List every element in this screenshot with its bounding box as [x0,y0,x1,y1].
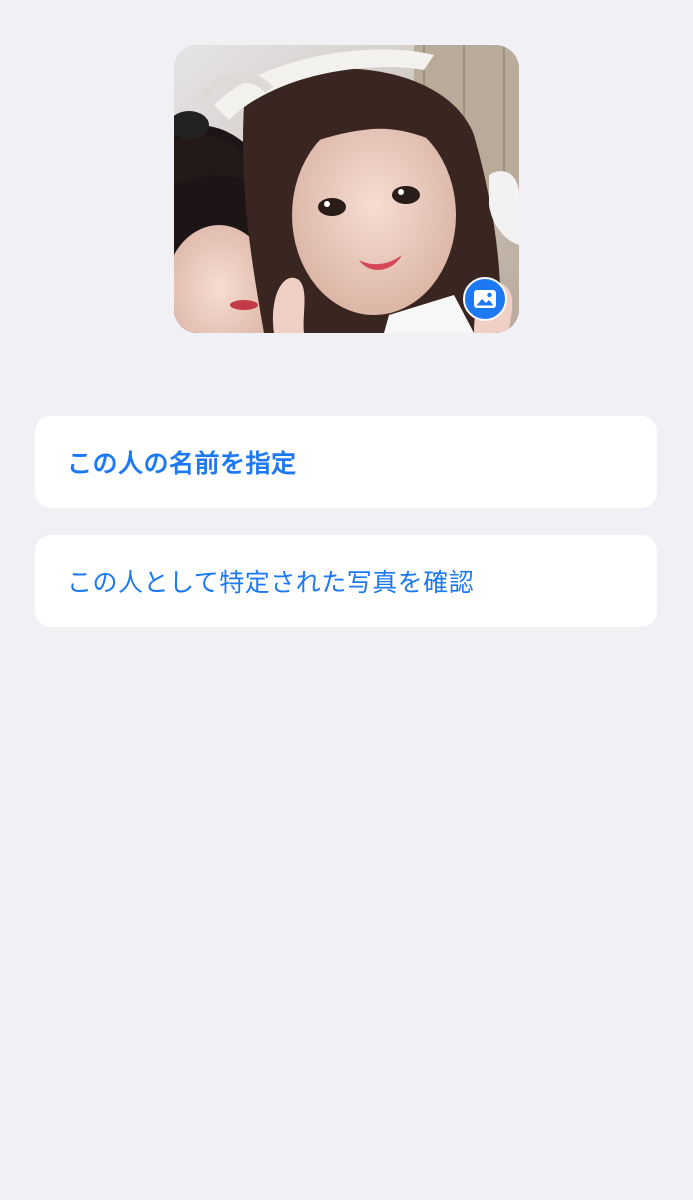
review-photos-label: この人として特定された写真を確認 [67,568,475,597]
set-name-button[interactable]: この人の名前を指定 [35,416,657,508]
change-photo-button[interactable] [463,277,507,321]
person-photo[interactable] [174,45,519,333]
photo-icon [474,290,496,308]
set-name-label: この人の名前を指定 [67,449,297,478]
review-photos-button[interactable]: この人として特定された写真を確認 [35,535,657,627]
